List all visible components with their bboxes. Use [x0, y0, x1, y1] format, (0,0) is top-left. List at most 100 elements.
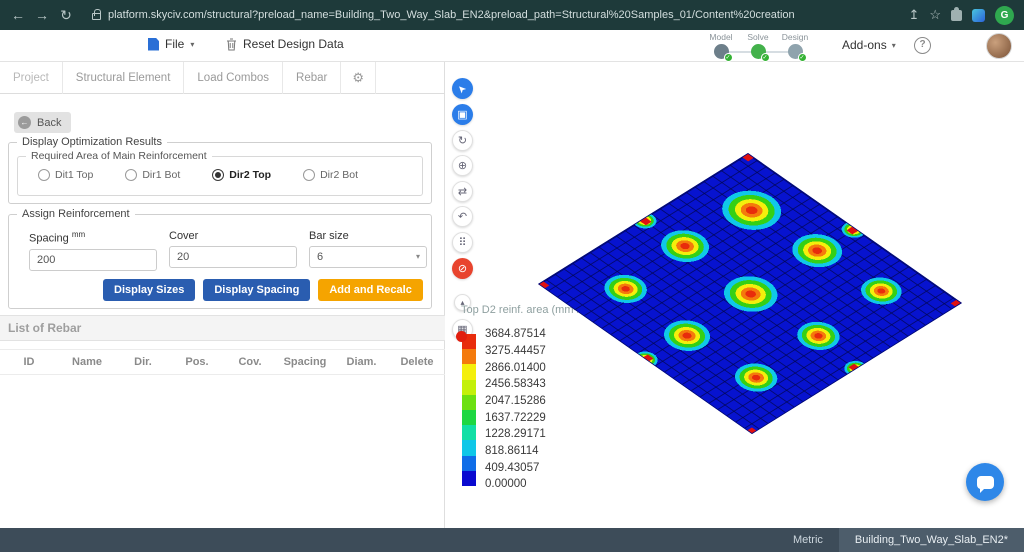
reinforcement-hotspot	[786, 314, 851, 357]
node-visibility-button[interactable]: ⠿	[452, 232, 473, 253]
radio-input[interactable]	[303, 169, 315, 181]
design-step-icon: ✓	[788, 44, 803, 59]
slab-heatmap-mesh[interactable]	[538, 153, 962, 434]
cover-input[interactable]	[169, 246, 297, 268]
support-node	[746, 427, 757, 434]
help-button[interactable]: ?	[914, 37, 931, 54]
reinforcement-hotspot	[652, 312, 723, 359]
url-text: platform.skyciv.com/structural?preload_n…	[108, 9, 795, 21]
viewport-3d[interactable]: ➤ ▣ ↻ ⊕ ⇄ ↶ ⠿ ⊘ ▴ ▦ Top D2 reinf. area (…	[445, 62, 1024, 528]
pinned-extension-icon[interactable]	[972, 9, 985, 22]
support-node	[951, 300, 962, 307]
step-design[interactable]: Design ✓	[778, 32, 812, 59]
tab-rebar[interactable]: Rebar	[283, 62, 341, 94]
tab-structural-element[interactable]: Structural Element	[63, 62, 185, 94]
bar-size-field: Bar size 6 ▾	[309, 230, 427, 268]
reinforcement-hotspot	[724, 356, 789, 399]
box-select-button[interactable]: ▣	[452, 104, 473, 125]
select-cursor-button[interactable]: ➤	[452, 78, 473, 99]
check-icon: ✓	[761, 53, 770, 62]
radio-dir1-top[interactable]: Dit1 Top	[38, 169, 93, 181]
group-legend: Assign Reinforcement	[17, 208, 135, 220]
trash-icon	[226, 38, 237, 51]
radio-input[interactable]	[38, 169, 50, 181]
assign-reinforcement-group: Assign Reinforcement Spacing mm Cover Ba…	[8, 214, 432, 309]
reset-design-data-button[interactable]: Reset Design Data	[226, 37, 344, 51]
chevron-down-icon: ▾	[416, 247, 420, 267]
back-label: Back	[37, 117, 61, 129]
file-icon	[148, 38, 159, 51]
column-spacing: Spacing	[276, 350, 334, 374]
step-solve[interactable]: Solve ✓	[741, 32, 775, 59]
file-menu-label: File	[165, 37, 184, 51]
spacing-input[interactable]	[29, 249, 157, 271]
app-window: ← → ↻ platform.skyciv.com/structural?pre…	[0, 0, 1024, 552]
panel-tabs: Project Structural Element Load Combos R…	[0, 62, 445, 94]
bar-size-label: Bar size	[309, 230, 427, 242]
addons-menu-button[interactable]: Add-ons ▾	[842, 38, 896, 52]
legend-value: 409.43057	[485, 462, 539, 474]
undo-icon: ↶	[458, 210, 467, 223]
file-menu-button[interactable]: File ▾	[148, 37, 194, 51]
swap-arrows-icon: ⇄	[458, 185, 467, 198]
chevron-down-icon: ▾	[190, 40, 194, 49]
legend-value: 2866.01400	[485, 362, 546, 374]
browser-chrome: ← → ↻ platform.skyciv.com/structural?pre…	[0, 0, 1024, 30]
apps-grid-button[interactable]	[951, 40, 964, 53]
chat-support-button[interactable]	[966, 463, 1004, 501]
swap-view-button[interactable]: ⇄	[452, 181, 473, 202]
column-dir: Dir.	[116, 350, 170, 374]
clear-results-button[interactable]: ⊘	[452, 258, 473, 279]
reinforcement-hotspot	[706, 180, 796, 240]
add-and-recalc-button[interactable]: Add and Recalc	[318, 279, 423, 301]
browser-reload-icon[interactable]: ↻	[54, 7, 78, 24]
browser-back-icon[interactable]: ←	[6, 7, 30, 23]
extensions-icon[interactable]	[951, 10, 962, 21]
addons-label: Add-ons	[842, 38, 887, 52]
share-icon[interactable]: ↥	[908, 7, 919, 23]
legend-value: 2456.58343	[485, 378, 546, 390]
legend-value: 0.00000	[485, 478, 527, 490]
undo-view-button[interactable]: ↶	[452, 206, 473, 227]
rotate-view-button[interactable]: ↻	[452, 130, 473, 151]
radio-dir2-top[interactable]: Dir2 Top	[212, 169, 271, 181]
display-sizes-button[interactable]: Display Sizes	[103, 279, 195, 301]
unit-system-toggle[interactable]: Metric	[777, 528, 839, 552]
radio-input[interactable]	[125, 169, 137, 181]
colorbar-band	[462, 425, 476, 440]
tab-load-combos[interactable]: Load Combos	[184, 62, 283, 94]
zoom-target-button[interactable]: ⊕	[452, 155, 473, 176]
bar-size-select[interactable]: 6 ▾	[309, 246, 427, 268]
url-bar[interactable]: platform.skyciv.com/structural?preload_n…	[92, 4, 894, 26]
radio-dir1-bot[interactable]: Dir1 Bot	[125, 169, 180, 181]
column-delete: Delete	[389, 350, 445, 374]
legend-value: 2047.15286	[485, 395, 546, 407]
radio-input[interactable]	[212, 169, 224, 181]
user-avatar[interactable]	[986, 33, 1012, 59]
list-of-rebar-header: List of Rebar	[0, 315, 445, 341]
cancel-icon: ⊘	[458, 262, 467, 275]
legend-value: 1228.29171	[485, 428, 546, 440]
spacing-field: Spacing mm	[29, 230, 157, 271]
assign-buttons: Display Sizes Display Spacing Add and Re…	[103, 279, 423, 301]
browser-forward-icon[interactable]: →	[30, 7, 54, 23]
tab-settings-gear-icon[interactable]: ⚙	[341, 62, 376, 94]
back-button[interactable]: ← Back	[14, 112, 71, 133]
reset-design-data-label: Reset Design Data	[243, 37, 344, 51]
display-spacing-button[interactable]: Display Spacing	[203, 279, 310, 301]
colorbar-band	[462, 380, 476, 395]
step-model[interactable]: Model ✓	[704, 32, 738, 59]
back-arrow-icon: ←	[18, 116, 31, 129]
lock-icon	[92, 13, 101, 20]
tab-project[interactable]: Project	[0, 62, 63, 94]
dots-icon: ⠿	[458, 236, 466, 249]
browser-profile-avatar[interactable]: G	[995, 6, 1014, 25]
bookmark-star-icon[interactable]: ☆	[929, 7, 941, 23]
legend-value: 1637.72229	[485, 412, 546, 424]
chat-bubble-icon	[977, 476, 994, 489]
group-legend: Display Optimization Results	[17, 136, 167, 148]
colorbar-band	[462, 364, 476, 379]
radio-dir2-bot[interactable]: Dir2 Bot	[303, 169, 358, 181]
model-step-icon: ✓	[714, 44, 729, 59]
bar-size-value: 6	[317, 251, 323, 263]
